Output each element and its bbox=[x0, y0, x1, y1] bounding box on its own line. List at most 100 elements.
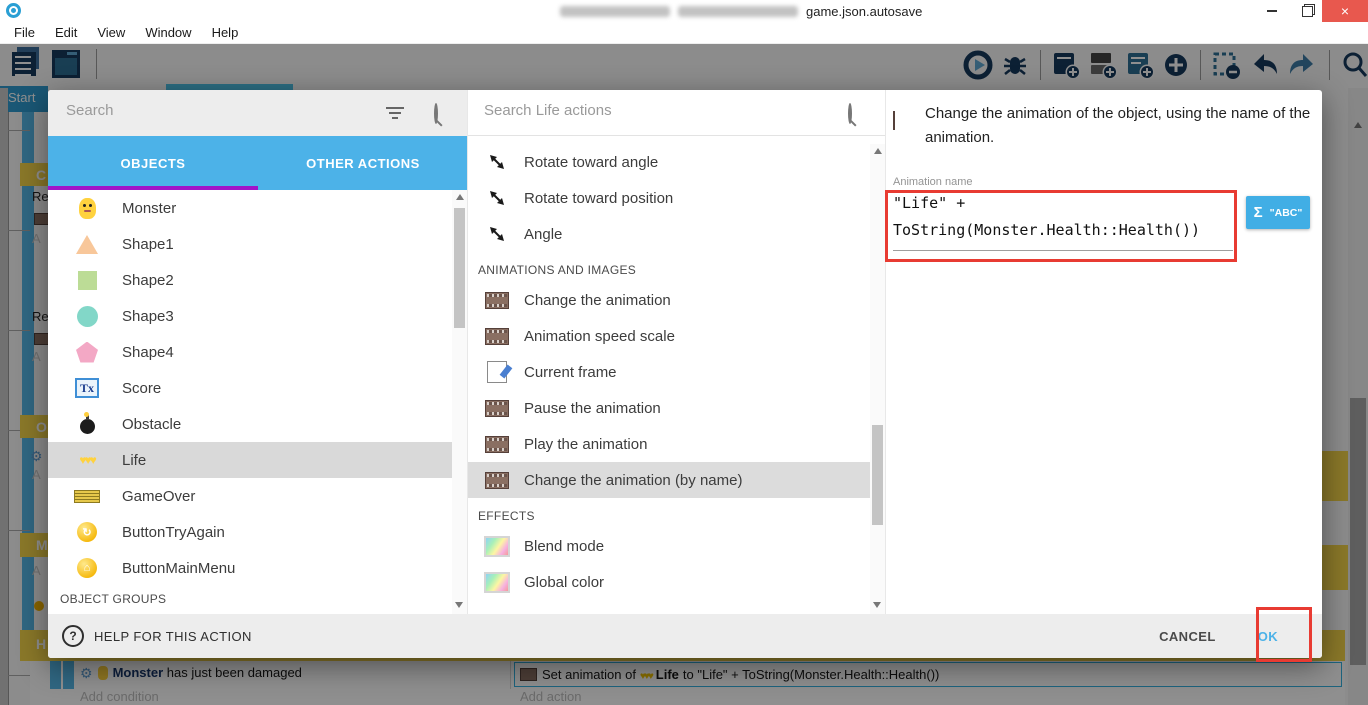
filter-icon[interactable] bbox=[386, 107, 404, 121]
rainbow-icon bbox=[484, 535, 510, 557]
object-row[interactable]: Score bbox=[48, 370, 452, 406]
action-row[interactable]: Current frame bbox=[468, 354, 870, 390]
minimize-button[interactable] bbox=[1256, 0, 1288, 22]
action-editor-dialog: OBJECTS OTHER ACTIONS Monster Shape1 Sha… bbox=[48, 90, 1322, 658]
help-icon[interactable]: ? bbox=[62, 625, 84, 647]
bomb-icon bbox=[74, 412, 100, 434]
action-row[interactable]: Blend mode bbox=[468, 528, 870, 564]
object-label: Shape2 bbox=[122, 271, 174, 289]
menubar: File Edit View Window Help bbox=[0, 22, 1368, 44]
menu-help[interactable]: Help bbox=[202, 25, 249, 40]
menu-file[interactable]: File bbox=[4, 25, 45, 40]
object-label: Score bbox=[122, 379, 162, 397]
scrollbar-thumb[interactable] bbox=[454, 208, 465, 328]
object-row[interactable]: Shape3 bbox=[48, 298, 452, 334]
action-parameters-panel: Change the animation of the object, usin… bbox=[885, 90, 1322, 614]
action-label: Current frame bbox=[524, 363, 617, 381]
action-search-input[interactable] bbox=[482, 101, 806, 120]
circle-icon bbox=[74, 305, 100, 327]
rotate-icon bbox=[484, 224, 510, 244]
object-row[interactable]: Monster bbox=[48, 190, 452, 226]
object-label: Monster bbox=[122, 199, 177, 217]
action-label: Animation speed scale bbox=[524, 327, 675, 345]
object-row[interactable]: Shape2 bbox=[48, 262, 452, 298]
object-row[interactable]: Shape4 bbox=[48, 334, 452, 370]
filmstrip-icon bbox=[484, 435, 510, 453]
square-icon bbox=[74, 270, 100, 290]
action-row[interactable]: Rotate toward angle bbox=[468, 144, 870, 180]
object-row[interactable]: ButtonMainMenu bbox=[48, 550, 452, 586]
search-icon[interactable] bbox=[848, 103, 852, 124]
app-window: Start C Re A Re A O A M A H ⚙ ⚙ Monster … bbox=[0, 0, 1368, 705]
blurred-title-segment bbox=[678, 6, 798, 17]
frame-page-icon bbox=[484, 361, 510, 383]
action-label: Rotate toward angle bbox=[524, 153, 659, 171]
object-row-selected[interactable]: Life bbox=[48, 442, 452, 478]
object-label: Shape1 bbox=[122, 235, 174, 253]
object-list-scrollbar[interactable] bbox=[452, 190, 467, 614]
sigma-icon: Σ bbox=[1253, 204, 1263, 221]
filmstrip-icon bbox=[484, 327, 510, 345]
help-link[interactable]: HELP FOR THIS ACTION bbox=[94, 629, 252, 644]
object-search-input[interactable] bbox=[64, 101, 368, 120]
action-label: Pause the animation bbox=[524, 399, 661, 417]
action-row[interactable]: Global color bbox=[468, 564, 870, 600]
rotate-icon bbox=[484, 188, 510, 208]
scroll-down-arrow[interactable] bbox=[873, 602, 881, 608]
object-label: Shape3 bbox=[122, 307, 174, 325]
left-panel-tabs: OBJECTS OTHER ACTIONS bbox=[48, 136, 468, 190]
maximize-button[interactable] bbox=[1292, 0, 1322, 22]
menu-edit[interactable]: Edit bbox=[45, 25, 87, 40]
scroll-down-arrow[interactable] bbox=[455, 602, 463, 608]
object-search-bar bbox=[48, 90, 468, 136]
abc-label: "ABC" bbox=[1269, 206, 1303, 219]
text-object-icon bbox=[74, 378, 100, 398]
scrollbar-thumb[interactable] bbox=[872, 425, 883, 525]
search-icon[interactable] bbox=[434, 103, 438, 124]
retry-button-icon bbox=[74, 522, 100, 542]
object-label: ButtonTryAgain bbox=[122, 523, 225, 541]
menu-window[interactable]: Window bbox=[135, 25, 201, 40]
action-row[interactable]: Pause the animation bbox=[468, 390, 870, 426]
action-list-scrollbar[interactable] bbox=[870, 144, 885, 614]
action-label: Play the animation bbox=[524, 435, 648, 453]
action-label: Global color bbox=[524, 573, 605, 591]
rotate-icon bbox=[484, 152, 510, 172]
dialog-footer: ? HELP FOR THIS ACTION CANCEL OK bbox=[48, 614, 1322, 658]
filmstrip-icon bbox=[484, 291, 510, 309]
cancel-button[interactable]: CANCEL bbox=[1159, 629, 1216, 644]
object-label: ButtonMainMenu bbox=[122, 559, 236, 577]
action-label: Change the animation bbox=[524, 291, 671, 309]
action-search-bar bbox=[468, 90, 885, 136]
home-button-icon bbox=[74, 558, 100, 578]
object-row[interactable]: Obstacle bbox=[48, 406, 452, 442]
object-row[interactable]: GameOver bbox=[48, 478, 452, 514]
action-label: Change the animation (by name) bbox=[524, 471, 743, 489]
filmstrip-icon bbox=[484, 399, 510, 417]
expression-editor-button[interactable]: Σ "ABC" bbox=[1246, 196, 1310, 229]
action-row[interactable]: Rotate toward position bbox=[468, 180, 870, 216]
object-row[interactable]: Shape1 bbox=[48, 226, 452, 262]
window-title-text: game.json.autosave bbox=[806, 4, 923, 19]
action-row-selected[interactable]: Change the animation (by name) bbox=[468, 462, 870, 498]
action-row[interactable]: Angle bbox=[468, 216, 870, 252]
scroll-up-arrow[interactable] bbox=[873, 148, 882, 154]
tab-objects[interactable]: OBJECTS bbox=[48, 136, 258, 190]
close-button[interactable]: × bbox=[1322, 0, 1368, 22]
monster-icon bbox=[74, 197, 100, 219]
action-row[interactable]: Change the animation bbox=[468, 282, 870, 318]
action-label: Angle bbox=[524, 225, 563, 243]
action-label: Rotate toward position bbox=[524, 189, 674, 207]
object-row[interactable]: ButtonTryAgain bbox=[48, 514, 452, 550]
window-title: game.json.autosave bbox=[560, 4, 922, 19]
menu-view[interactable]: View bbox=[87, 25, 135, 40]
scroll-up-arrow[interactable] bbox=[455, 194, 464, 200]
action-row[interactable]: Play the animation bbox=[468, 426, 870, 462]
pentagon-icon bbox=[74, 341, 100, 363]
action-section-header: ANIMATIONS AND IMAGES bbox=[478, 263, 637, 277]
annotation-ok-marker bbox=[1256, 607, 1312, 662]
action-row[interactable]: Animation speed scale bbox=[468, 318, 870, 354]
action-label: Blend mode bbox=[524, 537, 605, 555]
tab-other-actions[interactable]: OTHER ACTIONS bbox=[258, 136, 468, 190]
triangle-icon bbox=[74, 234, 100, 254]
